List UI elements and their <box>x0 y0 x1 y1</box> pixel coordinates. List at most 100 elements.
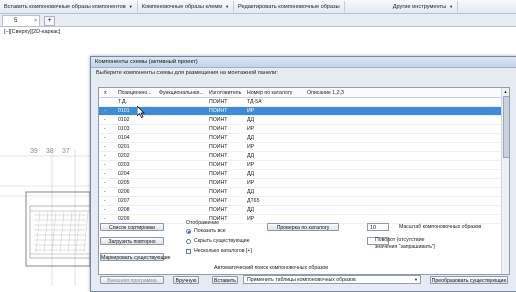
cell-x: - <box>104 144 106 150</box>
ribbon-insert-footprints-label: Вставить компоновочные образы компоненто… <box>4 3 126 10</box>
table-row[interactable]: - 0204 ПОИНТ ДД <box>99 170 509 179</box>
manual-button[interactable]: Вручную <box>173 276 199 284</box>
cell-x: - <box>104 180 106 186</box>
show-all-radio[interactable] <box>186 229 191 234</box>
table-row[interactable]: - 0104 ПОИНТ ДД <box>99 134 509 143</box>
cell-x: - <box>104 126 106 132</box>
close-icon[interactable]: × <box>34 18 37 24</box>
cell-catalog: ДД <box>247 171 255 177</box>
cell-position: 0101 <box>118 108 130 114</box>
table-row[interactable]: - 0207 ПОИНТ ДТ65 <box>99 197 509 206</box>
display-group-label: Отображение <box>186 220 219 226</box>
cell-position: 0206 <box>118 189 130 195</box>
table-row[interactable]: - 0206 ПОИНТ ДД <box>99 188 509 197</box>
cell-manufacturer: ПОИНТ <box>209 117 228 123</box>
dimension-label: 38 <box>46 148 54 155</box>
sort-list-button[interactable]: Список сортировки <box>100 223 164 231</box>
ribbon-bar: Вставить компоновочные образы компоненто… <box>0 0 516 14</box>
chevron-down-icon: ▼ <box>414 277 418 282</box>
cell-x: - <box>104 189 106 195</box>
footprint-lookup-value: Применить таблицы компоновочных образов <box>247 277 356 283</box>
cell-catalog: ТД-5А <box>247 99 262 105</box>
external-program-button[interactable]: Внешняя программа <box>100 276 164 284</box>
table-row[interactable]: - 0103 ПОИНТ ИР <box>99 125 509 134</box>
ribbon-edit-footprints[interactable]: Редактировать компоновочные образы <box>234 1 345 12</box>
cell-position: 0202 <box>118 153 130 159</box>
chevron-down-icon: ▼ <box>225 4 230 9</box>
cell-position: 0201 <box>118 144 130 150</box>
ribbon-terminal-footprints[interactable]: Компоновочные образы клемм ▼ <box>138 1 235 12</box>
cell-x: - <box>104 108 106 114</box>
scale-input[interactable]: 10 <box>367 223 389 231</box>
insert-button[interactable]: Вставить <box>212 276 238 284</box>
document-tab-5[interactable]: 5 × <box>2 15 40 26</box>
column-header-description[interactable]: Описание 1,2,3 <box>307 90 344 96</box>
new-tab-button[interactable]: + <box>44 16 55 26</box>
column-header-manufacturer[interactable]: Изготовитель <box>209 90 241 96</box>
column-header-position[interactable]: Позиционно... <box>118 90 152 96</box>
cell-x: - <box>104 162 106 168</box>
mark-existing-button[interactable]: Маркировать существующие <box>100 253 171 261</box>
ribbon-insert-footprints[interactable]: Вставить компоновочные образы компоненто… <box>0 1 138 12</box>
cell-manufacturer: ПОИНТ <box>209 171 228 177</box>
chevron-down-icon: ▼ <box>449 4 454 9</box>
cell-manufacturer: ПОИНТ <box>209 162 228 168</box>
column-header-x[interactable]: x <box>104 90 107 96</box>
dimension-label: 37 <box>62 148 70 155</box>
hide-existing-radio[interactable] <box>186 239 191 244</box>
table-row[interactable]: - 0208 ПОИНТ ДД <box>99 206 509 215</box>
cell-position: 0104 <box>118 135 130 141</box>
cell-catalog: ИР <box>247 126 255 132</box>
ribbon-terminal-footprints-label: Компоновочные образы клемм <box>141 3 223 10</box>
hide-existing-label: Скрыть существующие <box>194 238 250 244</box>
grid-header: x Позиционно... Функциональная... Изгото… <box>99 88 509 98</box>
cell-catalog: ДТ65 <box>247 198 260 204</box>
cell-x: - <box>104 135 106 141</box>
table-row[interactable]: - 0205 ПОИНТ ИР <box>99 179 509 188</box>
check-catalog-button[interactable]: Проверка по каталогу <box>267 223 339 231</box>
column-header-catalog[interactable]: Номер по каталогу <box>247 90 292 96</box>
table-row[interactable]: - 0201 ПОИНТ ИР <box>99 143 509 152</box>
scrollbar-thumb[interactable] <box>503 96 509 158</box>
cell-catalog: ДД <box>247 207 255 213</box>
cell-catalog: ИР <box>247 108 255 114</box>
multiple-catalogs-checkbox[interactable] <box>186 249 191 254</box>
cell-manufacturer: ПОИНТ <box>209 189 228 195</box>
cell-catalog: ДД <box>247 153 255 159</box>
cell-manufacturer: ПОИНТ <box>209 99 228 105</box>
chevron-up-icon[interactable]: ▲ <box>502 88 509 95</box>
cell-catalog: ИР <box>247 162 255 168</box>
table-row[interactable]: - 0101 ПОИНТ ИР <box>99 107 509 116</box>
cell-position: 0208 <box>118 207 130 213</box>
cell-manufacturer: ПОИНТ <box>209 207 228 213</box>
ribbon-edit-footprints-label: Редактировать компоновочные образы <box>238 3 340 10</box>
ribbon-other-tools[interactable]: Другие инструменты ▼ <box>367 1 459 12</box>
cell-position: 0203 <box>118 162 130 168</box>
cell-catalog: ИР <box>247 180 255 186</box>
cell-x: - <box>104 171 106 177</box>
cell-manufacturer: ПОИНТ <box>209 198 228 204</box>
column-header-function[interactable]: Функциональная... <box>159 90 204 96</box>
grid-scrollbar[interactable]: ▲ <box>501 88 509 274</box>
mouse-cursor-icon <box>137 106 145 118</box>
multiple-catalogs-label: Несколько каталогов [+] <box>194 248 252 254</box>
components-grid[interactable]: x Позиционно... Функциональная... Изгото… <box>98 87 510 275</box>
document-tab-label: 5 <box>14 18 18 24</box>
cell-catalog: ДД <box>247 189 255 195</box>
table-row[interactable]: - 0202 ПОИНТ ДД <box>99 152 509 161</box>
reload-button[interactable]: Загрузить повторно <box>100 237 164 245</box>
auto-search-label: Автоматический поиск компоновочных образ… <box>214 265 329 271</box>
convert-existing-button[interactable]: Преобразовать существующие <box>430 276 508 284</box>
cell-manufacturer: ПОИНТ <box>209 126 228 132</box>
footprint-lookup-select[interactable]: Применить таблицы компоновочных образов … <box>243 275 421 284</box>
table-row[interactable]: - 0102 ПОИНТ ДД <box>99 116 509 125</box>
table-row[interactable]: Т.Д. ПОИНТ ТД-5А <box>99 98 509 107</box>
chevron-down-icon: ▼ <box>128 4 133 9</box>
cell-catalog: ДД <box>247 135 255 141</box>
ribbon-other-tools-label: Другие инструменты <box>392 3 447 10</box>
cell-catalog: ДД <box>247 117 255 123</box>
grid-rows: Т.Д. ПОИНТ ТД-5А - 0101 ПОИНТ ИР - 0102 ПОИНТ ДД - 0… <box>99 98 509 224</box>
table-row[interactable]: - 0203 ПОИНТ ИР <box>99 161 509 170</box>
cell-position: 0209 <box>118 216 130 222</box>
cell-x: - <box>104 153 106 159</box>
